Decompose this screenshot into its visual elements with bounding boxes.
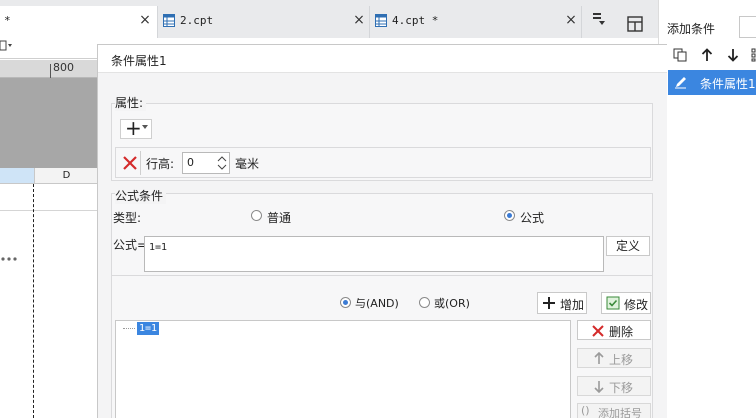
add-condition-dropdown[interactable] — [739, 16, 756, 38]
row-height-value: 0 — [187, 156, 194, 169]
and-label[interactable]: 与(AND) — [355, 295, 399, 311]
divider — [111, 275, 653, 276]
modify-icon — [606, 296, 620, 310]
report-sheet: 800 D — [0, 38, 98, 418]
tab-2-cpt[interactable]: 2.cpt × — [158, 6, 370, 38]
properties-legend: 属性: — [115, 94, 147, 111]
document-tab-strip: * × 2.cpt × 4.cpt * × — [0, 0, 658, 38]
delete-button[interactable]: 删除 — [577, 320, 651, 340]
tab-label: * — [4, 14, 11, 27]
panel-title: 添加条件 — [667, 22, 716, 36]
chevron-down-icon — [142, 125, 148, 129]
condition-item-label: 条件属性1 — [700, 77, 756, 91]
add-condition-button[interactable]: 增加 — [537, 292, 587, 314]
arrow-up-icon[interactable] — [701, 48, 713, 62]
remove-property-icon[interactable] — [122, 155, 138, 171]
type-label: 类型: — [113, 211, 142, 225]
delete-icon — [592, 325, 604, 337]
panel-toolbar — [659, 42, 756, 66]
row-height-property: 行高: 0 毫米 — [115, 147, 651, 178]
type-normal-radio[interactable] — [251, 210, 262, 221]
modify-button-label: 修改 — [624, 298, 649, 312]
or-label[interactable]: 或(OR) — [434, 295, 470, 311]
tab-label: 4.cpt * — [392, 14, 439, 27]
report-file-icon — [163, 14, 175, 27]
tab-close-icon[interactable]: × — [564, 11, 578, 29]
layout-icon[interactable] — [627, 16, 643, 32]
ruler-tick-label: 800 — [53, 61, 74, 74]
tree-node-selected[interactable]: 1=1 — [137, 322, 160, 335]
plus-icon — [543, 297, 555, 309]
tab-close-icon[interactable]: × — [138, 11, 152, 29]
move-up-button[interactable]: 上移 — [577, 348, 651, 368]
and-radio[interactable] — [340, 297, 351, 308]
add-property-button[interactable]: + — [120, 116, 152, 140]
plus-icon: + — [125, 116, 142, 140]
tab-label: 2.cpt — [180, 14, 214, 27]
spin-down-icon[interactable] — [217, 164, 227, 171]
ruler-tick — [50, 64, 51, 78]
arrow-down-icon[interactable] — [727, 48, 739, 62]
column-header-d[interactable]: D — [34, 168, 98, 184]
bracket-icon: () — [581, 404, 590, 417]
condition-list-item[interactable]: 条件属性1 — [668, 70, 756, 95]
formula-label: 公式= — [113, 238, 148, 252]
tab-current[interactable]: * × — [0, 6, 158, 38]
add-bracket-button[interactable]: () 添加括号 — [577, 403, 651, 418]
type-normal-label[interactable]: 普通 — [267, 209, 291, 226]
edit-icon — [675, 77, 686, 89]
copy-icon[interactable] — [673, 48, 687, 62]
row-height-label: 行高: — [146, 157, 175, 171]
row-height-spinner[interactable]: 0 — [182, 152, 230, 174]
column-header-selected[interactable] — [0, 168, 34, 184]
formula-condition-legend: 公式条件 — [115, 187, 167, 204]
condition-tree[interactable]: 1=1 — [115, 320, 571, 418]
tab-close-icon[interactable]: × — [352, 11, 366, 29]
horizontal-ruler: 800 — [0, 60, 98, 78]
or-radio[interactable] — [419, 297, 430, 308]
divider — [0, 58, 98, 59]
type-formula-label[interactable]: 公式 — [520, 209, 544, 226]
add-bracket-label: 添加括号 — [598, 407, 642, 418]
modify-condition-button[interactable]: 修改 — [601, 292, 651, 314]
arrow-up-icon — [594, 352, 604, 364]
more-icon[interactable] — [751, 48, 756, 62]
tab-4-cpt[interactable]: 4.cpt * × — [370, 6, 582, 38]
formula-input[interactable]: 1=1 — [144, 236, 604, 272]
move-down-button[interactable]: 下移 — [577, 376, 651, 396]
page-break-line — [33, 184, 34, 418]
move-up-label: 上移 — [609, 353, 634, 367]
tab-list-dropdown-icon[interactable] — [592, 12, 606, 26]
divider — [140, 151, 141, 175]
more-icon[interactable] — [0, 256, 18, 262]
formula-value: 1=1 — [149, 242, 168, 253]
dialog-title-bar: 条件属性1 — [98, 45, 667, 73]
unit-label: 毫米 — [235, 157, 260, 171]
row-line — [0, 210, 98, 211]
condition-properties-dialog: 条件属性1 属性: + 行高: 0 毫米 公式条件 类型: 普通 公式 公式= … — [97, 44, 667, 418]
type-formula-radio[interactable] — [504, 210, 515, 221]
dialog-title: 条件属性1 — [111, 54, 167, 68]
report-file-icon — [375, 14, 387, 27]
tree-connector — [123, 328, 135, 329]
arrow-down-icon — [594, 381, 604, 393]
canvas-gray-area — [0, 78, 98, 168]
cell-format-icon[interactable] — [0, 40, 14, 52]
spin-up-icon[interactable] — [217, 155, 227, 162]
delete-button-label: 删除 — [609, 325, 634, 339]
condition-panel: 添加条件 条件属性1 — [658, 0, 756, 418]
add-button-label: 增加 — [560, 298, 585, 312]
move-down-label: 下移 — [609, 381, 634, 395]
define-button[interactable]: 定义 — [606, 236, 650, 256]
